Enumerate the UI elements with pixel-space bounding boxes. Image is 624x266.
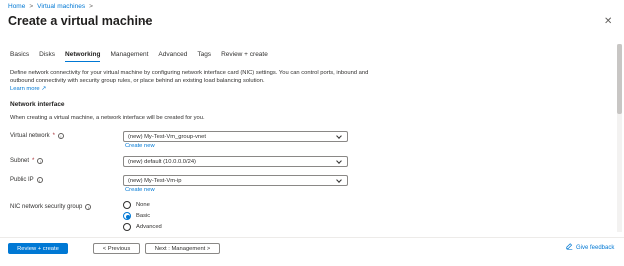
nsg-option-advanced-label: Advanced [136,224,162,230]
create-new-public-ip-link[interactable]: Create new [125,187,155,193]
radio-button[interactable] [123,223,131,231]
radio-button[interactable] [123,201,131,209]
nsg-option-basic[interactable]: Basic [123,212,150,220]
info-icon[interactable]: i [37,158,44,164]
tab-tags[interactable]: Tags [197,51,211,62]
nsg-option-none[interactable]: None [123,201,150,209]
nsg-option-advanced[interactable]: Advanced [123,223,162,231]
next-management-button[interactable]: Next : Management > [145,243,220,254]
virtual-network-dropdown[interactable]: (new) My-Test-Vm_group-vnet [123,131,348,142]
nsg-label: NIC network security group i [10,204,92,210]
tab-advanced[interactable]: Advanced [158,51,187,62]
scrollbar-thumb[interactable] [617,44,622,114]
tab-networking[interactable]: Networking [65,51,101,62]
public-ip-dropdown[interactable]: (new) My-Test-Vm-ip [123,175,348,186]
nsg-label-text: NIC network security group [10,204,83,210]
breadcrumb-virtual-machines[interactable]: Virtual machines [37,3,85,10]
public-ip-label: Public IP i [10,177,43,183]
public-ip-value: (new) My-Test-Vm-ip [128,177,182,184]
previous-button[interactable]: < Previous [93,243,140,254]
info-icon[interactable]: i [36,177,43,183]
more-options-icon[interactable]: ··· [140,16,152,26]
nsg-option-none-label: None [136,202,150,208]
chevron-down-icon [336,176,342,183]
breadcrumb-home[interactable]: Home [8,3,25,10]
review-create-button[interactable]: Review + create [8,243,68,254]
tab-management[interactable]: Management [110,51,148,62]
required-marker: * [32,158,35,164]
info-icon[interactable]: i [85,204,92,210]
intro-text: Define network connectivity for your vir… [10,70,369,84]
page-title: Create a virtual machine [8,14,153,28]
subnet-value: (new) default (10.0.0.0/24) [128,158,196,165]
section-title-network-interface: Network interface [10,101,65,108]
give-feedback-label: Give feedback [576,244,615,251]
chevron-down-icon [336,157,342,164]
virtual-network-label: Virtual network * i [10,133,64,139]
learn-more-link[interactable]: Learn more ↗ [10,85,370,93]
subnet-label-text: Subnet [10,158,30,164]
footer-divider [0,237,624,238]
tab-review-create[interactable]: Review + create [221,51,268,62]
subnet-dropdown[interactable]: (new) default (10.0.0.0/24) [123,156,348,167]
virtual-network-label-text: Virtual network [10,133,50,139]
breadcrumb: Home > Virtual machines > [8,3,93,10]
intro-description: Define network connectivity for your vir… [10,69,370,93]
close-icon[interactable]: ✕ [604,16,612,27]
info-icon[interactable]: i [57,133,64,139]
chevron-down-icon [336,132,342,139]
feedback-icon [566,243,573,252]
subnet-label: Subnet * i [10,158,44,164]
breadcrumb-separator: > [29,3,34,10]
required-marker: * [52,133,55,139]
tab-bar: Basics Disks Networking Management Advan… [10,51,268,62]
tab-disks[interactable]: Disks [39,51,55,62]
give-feedback-link[interactable]: Give feedback [566,243,614,252]
section-description: When creating a virtual machine, a netwo… [10,115,205,121]
virtual-network-value: (new) My-Test-Vm_group-vnet [128,133,206,140]
nsg-option-basic-label: Basic [136,213,151,219]
radio-button-selected[interactable] [123,212,131,220]
create-new-vnet-link[interactable]: Create new [125,143,155,149]
tab-basics[interactable]: Basics [10,51,29,62]
breadcrumb-separator: > [89,3,93,10]
public-ip-label-text: Public IP [10,177,34,183]
